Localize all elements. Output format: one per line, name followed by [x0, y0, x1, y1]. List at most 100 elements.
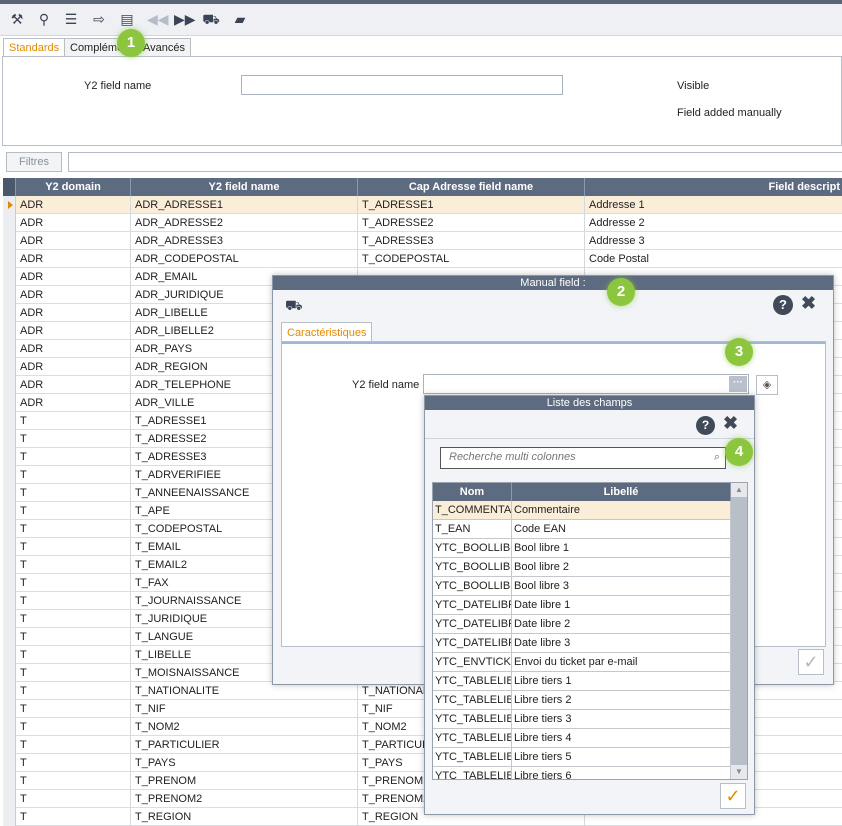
- scroll-up-icon[interactable]: ▲: [731, 483, 747, 497]
- tab-caracteristiques[interactable]: Caractéristiques: [281, 322, 373, 342]
- list-cell-libelle: Code EAN: [512, 520, 731, 539]
- list-cell-nom: YTC_DATELIBRE1: [433, 596, 512, 615]
- list-item[interactable]: YTC_TABLELIBRE6Libre tiers 6: [433, 767, 731, 779]
- validate-button[interactable]: ✓: [720, 783, 746, 809]
- form-panel: [2, 56, 842, 146]
- list-cell-nom: YTC_TABLELIBRE3: [433, 710, 512, 729]
- binoculars-icon[interactable]: ⚲: [35, 10, 53, 28]
- list-item[interactable]: YTC_DATELIBRE2Date libre 2: [433, 615, 731, 634]
- table-cell: T_CODEPOSTAL: [358, 250, 585, 268]
- filters-input[interactable]: [68, 152, 842, 172]
- table-row[interactable]: ADR ADR_CODEPOSTAL T_CODEPOSTAL Code Postal: [3, 250, 842, 268]
- validate-button-disabled[interactable]: ✓: [798, 649, 824, 675]
- table-cell: ADR_ADRESSE3: [131, 232, 358, 250]
- list-item[interactable]: YTC_TABLELIBRE4Libre tiers 4: [433, 729, 731, 748]
- field-list-title: Liste des champs: [425, 396, 754, 410]
- table-cell: T_ADRESSE1: [358, 196, 585, 214]
- row-indicator: [3, 682, 16, 700]
- car-icon[interactable]: ⛟: [202, 10, 220, 28]
- table-cell: T_NIF: [131, 700, 358, 718]
- list-cell-libelle: Libre tiers 3: [512, 710, 731, 729]
- list-item[interactable]: YTC_DATELIBRE3Date libre 3: [433, 634, 731, 653]
- visible-label: Visible: [677, 80, 710, 92]
- list-item[interactable]: YTC_TABLELIBRE1Libre tiers 1: [433, 672, 731, 691]
- y2-field-name-input[interactable]: [241, 75, 563, 95]
- help-icon[interactable]: ?: [696, 416, 715, 435]
- row-indicator: [3, 322, 16, 340]
- col-y2-field-name[interactable]: Y2 field name: [131, 178, 358, 196]
- list-cell-nom: T_EAN: [433, 520, 512, 539]
- list-scrollbar[interactable]: ▲ ▼: [731, 483, 747, 779]
- table-cell: ADR: [16, 394, 131, 412]
- row-indicator: [3, 664, 16, 682]
- row-indicator: [3, 484, 16, 502]
- table-cell: T_REGION: [131, 808, 358, 826]
- row-indicator: [3, 574, 16, 592]
- row-indicator: [3, 538, 16, 556]
- tab-standards[interactable]: Standards: [3, 38, 66, 58]
- row-indicator: [3, 592, 16, 610]
- field-list-dialog: Liste des champs ? ✖ Recherche multi col…: [424, 395, 755, 815]
- wrench-icon[interactable]: ⚒: [8, 10, 26, 28]
- manual-y2-field-name-input[interactable]: [423, 374, 749, 394]
- table-cell: T_PRENOM: [131, 772, 358, 790]
- sliders-icon[interactable]: ☰: [62, 10, 80, 28]
- list-cell-libelle: Envoi du ticket par e-mail: [512, 653, 731, 672]
- col-libelle[interactable]: Libellé: [512, 483, 731, 501]
- col-field-description[interactable]: Field descript: [585, 178, 842, 196]
- row-indicator: [3, 736, 16, 754]
- row-indicator: [3, 646, 16, 664]
- table-cell: ADR_ADRESSE2: [131, 214, 358, 232]
- list-cell-nom: YTC_DATELIBRE2: [433, 615, 512, 634]
- help-icon[interactable]: ?: [773, 295, 793, 315]
- table-cell: T: [16, 664, 131, 682]
- table-cell: T: [16, 790, 131, 808]
- close-icon[interactable]: ✖: [801, 293, 816, 314]
- rewind-icon[interactable]: ◀◀: [147, 10, 169, 28]
- list-item[interactable]: YTC_TABLELIBRE5Libre tiers 5: [433, 748, 731, 767]
- list-item[interactable]: YTC_BOOLLIBRE1Bool libre 1: [433, 539, 731, 558]
- close-icon[interactable]: ✖: [723, 413, 738, 434]
- list-item[interactable]: YTC_TABLELIBRE3Libre tiers 3: [433, 710, 731, 729]
- filters-button[interactable]: Filtres: [6, 152, 62, 172]
- search-input[interactable]: Recherche multi colonnes ⌕: [440, 447, 726, 469]
- forward-icon[interactable]: ▶▶: [174, 10, 196, 28]
- list-item[interactable]: YTC_DATELIBRE1Date libre 1: [433, 596, 731, 615]
- tag-icon[interactable]: ◈: [756, 375, 778, 395]
- table-cell: T: [16, 808, 131, 826]
- row-indicator: [3, 376, 16, 394]
- row-indicator: [3, 502, 16, 520]
- table-cell: Code Postal: [585, 250, 842, 268]
- list-item[interactable]: T_COMMENTAIRECommentaire: [433, 501, 731, 520]
- table-cell: T: [16, 538, 131, 556]
- table-row[interactable]: ADR ADR_ADRESSE2 T_ADRESSE2 Addresse 2: [3, 214, 842, 232]
- field-list-table: Nom Libellé T_COMMENTAIRECommentaireT_EA…: [432, 482, 748, 780]
- browse-button[interactable]: ···: [729, 376, 747, 392]
- list-item[interactable]: T_EAN Code EAN: [433, 520, 731, 539]
- list-item[interactable]: YTC_BOOLLIBRE2Bool libre 2: [433, 558, 731, 577]
- scroll-down-icon[interactable]: ▼: [731, 765, 747, 779]
- list-cell-libelle: Libre tiers 4: [512, 729, 731, 748]
- col-cap-adresse-field-name[interactable]: Cap Adresse field name: [358, 178, 585, 196]
- table-cell: T_ADRESSE3: [358, 232, 585, 250]
- col-nom[interactable]: Nom: [433, 483, 512, 501]
- list-cell-libelle: Bool libre 3: [512, 577, 731, 596]
- y2-field-name-label: Y2 field name: [84, 80, 152, 92]
- list-item[interactable]: YTC_ENVTICKETEnvoi du ticket par e-mail: [433, 653, 731, 672]
- car-icon[interactable]: ⛟: [285, 297, 303, 316]
- col-y2-domain[interactable]: Y2 domain: [16, 178, 131, 196]
- folder-icon[interactable]: ▰: [231, 10, 249, 28]
- table-cell: T_PRENOM2: [131, 790, 358, 808]
- table-cell: T: [16, 520, 131, 538]
- table-cell: ADR: [16, 196, 131, 214]
- document-icon[interactable]: ▤: [118, 10, 136, 28]
- list-item[interactable]: YTC_TABLELIBRE2Libre tiers 2: [433, 691, 731, 710]
- table-row[interactable]: ADR ADR_ADRESSE3 T_ADRESSE3 Addresse 3: [3, 232, 842, 250]
- row-indicator: [3, 772, 16, 790]
- table-cell: T_PARTICULIER: [131, 736, 358, 754]
- list-item[interactable]: YTC_BOOLLIBRE3Bool libre 3: [433, 577, 731, 596]
- row-indicator: [3, 412, 16, 430]
- export-icon[interactable]: ⇨: [90, 10, 108, 28]
- tab-avances[interactable]: Avancés: [137, 38, 191, 57]
- table-row[interactable]: ADR ADR_ADRESSE1 T_ADRESSE1 Addresse 1: [3, 196, 842, 214]
